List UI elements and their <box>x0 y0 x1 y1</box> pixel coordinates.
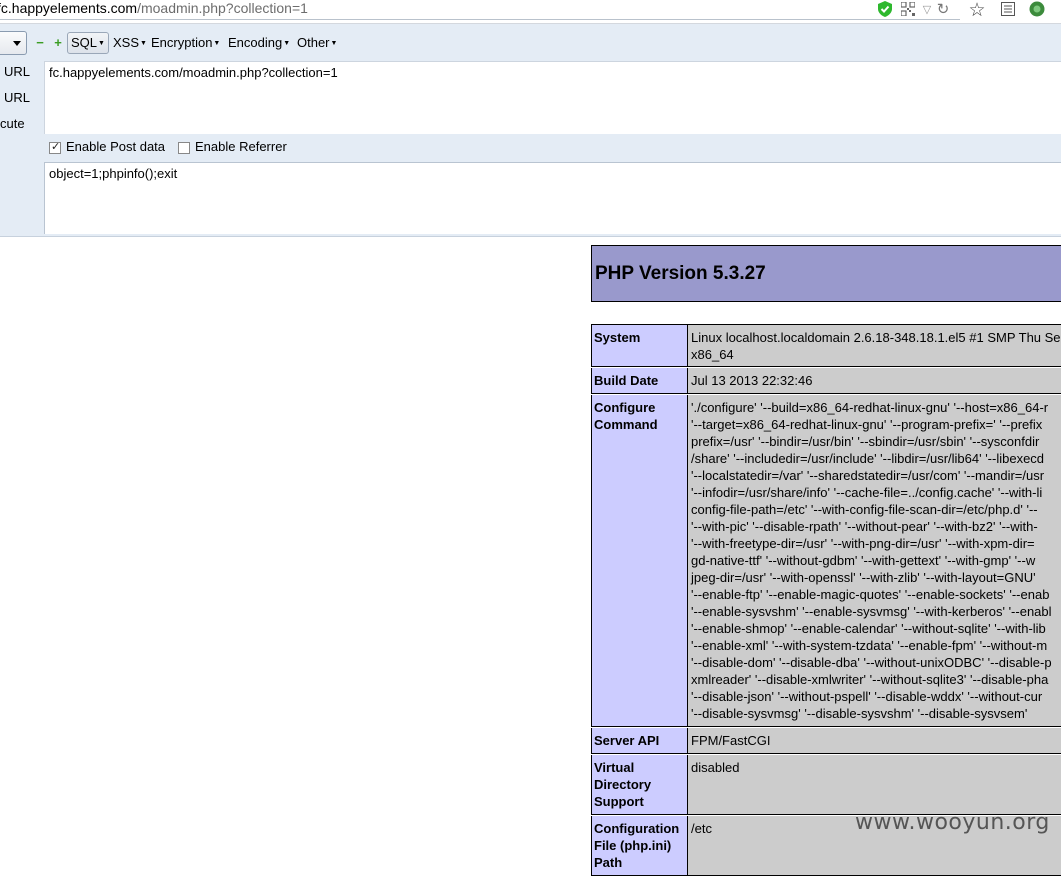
phpinfo-value-line: '--with-pic' '--disable-rpath' '--withou… <box>691 519 1038 534</box>
phpinfo-key: Server API <box>592 728 688 753</box>
phpinfo-value-line: Jul 13 2013 22:32:46 <box>691 373 813 388</box>
chevron-down-icon: ▼ <box>283 39 291 47</box>
phpinfo-value-line: '--disable-dom' '--disable-dba' '--witho… <box>691 655 1052 670</box>
load-url-dropdown[interactable] <box>0 31 27 55</box>
post-data-value: object=1;phpinfo();exit <box>49 166 178 181</box>
phpinfo-row: Virtual Directory Support disabled <box>591 755 1061 814</box>
phpinfo-value-line: disabled <box>691 760 740 775</box>
encryption-menu-button[interactable]: Encryption▼ <box>148 32 223 54</box>
shield-check-icon[interactable] <box>876 0 894 18</box>
xss-menu-button[interactable]: XSS▼ <box>110 32 150 54</box>
phpinfo-row-separator <box>591 726 1061 727</box>
encoding-label: Encoding <box>228 35 283 50</box>
phpinfo-value-line: xmlreader' '--disable-xmlwriter' '--with… <box>691 672 1049 687</box>
phpinfo-value-line: '--localstatedir=/var' '--sharedstatedir… <box>691 468 1045 483</box>
phpinfo-value: Jul 13 2013 22:32:46 <box>688 368 1061 393</box>
enable-post-label[interactable]: Enable Post data <box>66 139 165 154</box>
phpinfo-key: Configure Command <box>592 395 688 726</box>
url-textarea[interactable]: fc.happyelements.com/moadmin.php?collect… <box>44 61 1061 134</box>
phpinfo-value-line: '--enable-shmop' '--enable-calendar' '--… <box>691 621 1046 636</box>
url-field[interactable]: fc.happyelements.com/moadmin.php?collect… <box>0 0 960 20</box>
phpinfo-row: Server API FPM/FastCGI <box>591 728 1061 753</box>
extension-icon[interactable] <box>1028 0 1046 18</box>
phpinfo-value-line: '--target=x86_64-redhat-linux-gnu' '--pr… <box>691 417 1043 432</box>
phpinfo-row-separator <box>591 753 1061 754</box>
phpinfo-value-line: '--enable-ftp' '--enable-magic-quotes' '… <box>691 587 1050 602</box>
phpinfo-row: Build Date Jul 13 2013 22:32:46 <box>591 368 1061 393</box>
phpinfo-value-line: FPM/FastCGI <box>691 733 771 748</box>
phpinfo-row-separator <box>591 393 1061 394</box>
sql-menu-button[interactable]: SQL▼ <box>67 32 109 54</box>
execute-button[interactable]: cute <box>0 116 25 131</box>
phpinfo-key: Configuration File (php.ini) Path <box>592 816 688 875</box>
phpinfo-value-line: config-file-path=/etc' '--with-config-fi… <box>691 502 1038 517</box>
phpinfo-key: Build Date <box>592 368 688 393</box>
phpinfo-row-separator <box>591 366 1061 367</box>
phpinfo-value-line: x86_64 <box>691 347 734 362</box>
minus-icon[interactable]: − <box>35 36 45 49</box>
phpinfo-row: System Linux localhost.localdomain 2.6.18… <box>591 324 1061 366</box>
url-host: fc.happyelements.com <box>0 0 138 16</box>
hackbar-toolbar: − + SQL▼ XSS▼ Encryption▼ Encoding▼ Othe… <box>0 24 1061 61</box>
post-data-textarea[interactable]: object=1;phpinfo();exit <box>44 162 1061 234</box>
phpinfo-value-line: '--enable-sysvshm' '--enable-sysvmsg' '-… <box>691 604 1052 619</box>
phpinfo-value-line: /share' '--includedir=/usr/include' '--l… <box>691 451 1045 466</box>
address-bar[interactable]: fc.happyelements.com/moadmin.php?collect… <box>0 0 1061 24</box>
encryption-label: Encryption <box>151 35 213 50</box>
phpinfo-value-line: '--infodir=/usr/share/info' '--cache-fil… <box>691 485 1043 500</box>
star-icon[interactable]: ☆ <box>966 0 988 21</box>
phpinfo-value: FPM/FastCGI <box>688 728 1061 753</box>
phpinfo-value-line: prefix=/usr' '--bindir=/usr/bin' '--sbin… <box>691 434 1040 449</box>
php-version-title: PHP Version 5.3.27 <box>595 263 766 284</box>
hackbar-action-panel: URL URL cute <box>0 61 44 236</box>
phpinfo-key: Virtual Directory Support <box>592 755 688 814</box>
phpinfo-header: PHP Version 5.3.27 <box>591 245 1061 302</box>
load-url-button[interactable]: URL <box>4 64 30 79</box>
dropdown-arrow-icon[interactable]: ▽ <box>920 1 934 17</box>
watermark: www.wooyun.org <box>855 810 1050 835</box>
plus-icon[interactable]: + <box>53 36 63 49</box>
chevron-down-icon: ▼ <box>213 39 221 47</box>
options-row: Enable Post data Enable Referrer <box>44 134 1061 162</box>
phpinfo-value-line: '--disable-json' '--without-pspell' '--d… <box>691 689 1043 704</box>
phpinfo-value: disabled <box>688 755 1061 814</box>
hackbar-bottom-border <box>0 234 1061 237</box>
phpinfo-value-line: '--with-freetype-dir=/usr' '--with-png-d… <box>691 536 1035 551</box>
split-url-button[interactable]: URL <box>4 90 30 105</box>
phpinfo-value-line: '--disable-sysvmsg' '--disable-sysvshm' … <box>691 706 1028 721</box>
encoding-menu-button[interactable]: Encoding▼ <box>225 32 293 54</box>
chevron-down-icon: ▼ <box>140 39 147 47</box>
url-text[interactable]: fc.happyelements.com/moadmin.php?collect… <box>0 0 308 17</box>
phpinfo-row: Configure Command './configure' '--build=… <box>591 395 1061 726</box>
sql-label: SQL <box>71 35 98 50</box>
url-textarea-value: fc.happyelements.com/moadmin.php?collect… <box>49 65 338 80</box>
phpinfo-value-line: gd-native-ttf' '--without-gdbm' '--with-… <box>691 553 1036 568</box>
enable-referrer-label[interactable]: Enable Referrer <box>195 139 287 154</box>
enable-post-checkbox[interactable] <box>49 140 61 154</box>
reload-icon[interactable]: ↻ <box>935 0 951 18</box>
phpinfo-value: Linux localhost.localdomain 2.6.18-348.1… <box>688 325 1061 366</box>
qr-code-icon[interactable] <box>899 0 917 18</box>
phpinfo-value-line: jpeg-dir=/usr' '--with-openssl' '--with-… <box>691 570 1036 585</box>
other-label: Other <box>297 35 330 50</box>
chevron-down-icon: ▼ <box>330 39 338 47</box>
reading-list-icon[interactable] <box>999 0 1017 18</box>
url-path: /moadmin.php?collection=1 <box>137 0 308 16</box>
phpinfo-value: './configure' '--build=x86_64-redhat-lin… <box>688 395 1061 726</box>
other-menu-button[interactable]: Other▼ <box>294 32 340 54</box>
xss-label: XSS <box>113 35 140 50</box>
phpinfo-key: System <box>592 325 688 366</box>
enable-referrer-checkbox[interactable] <box>178 142 190 154</box>
phpinfo-value-line: Linux localhost.localdomain 2.6.18-348.1… <box>691 330 1061 345</box>
phpinfo-value-line: '--enable-xml' '--with-system-tzdata' '-… <box>691 638 1048 653</box>
phpinfo-value-line: './configure' '--build=x86_64-redhat-lin… <box>691 400 1049 415</box>
chevron-down-icon: ▼ <box>98 39 105 47</box>
